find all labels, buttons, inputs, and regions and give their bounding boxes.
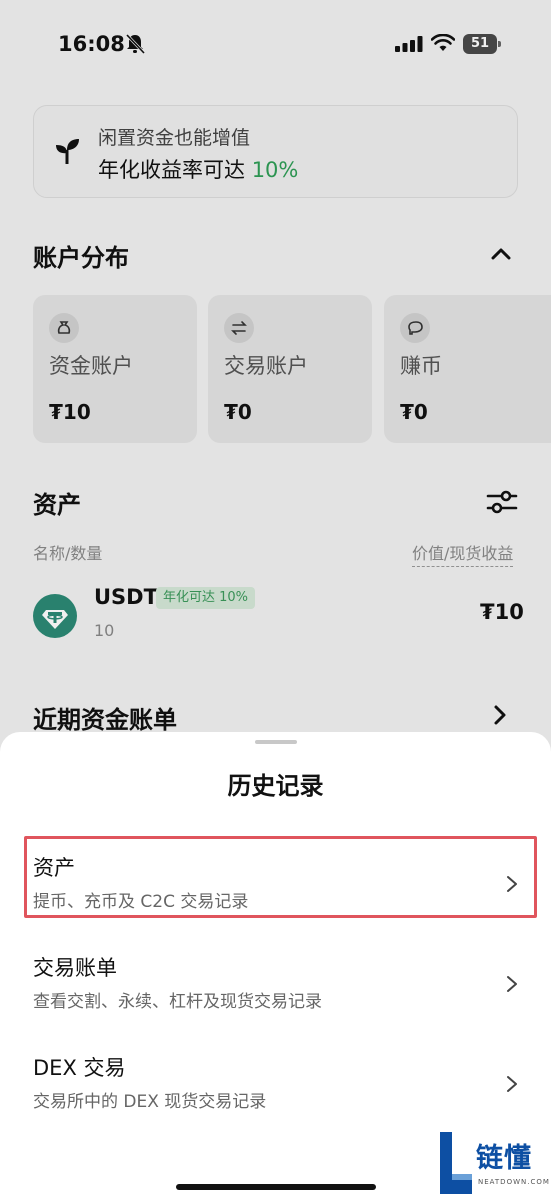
menu-item-dex-trades[interactable]: DEX 交易 交易所中的 DEX 现货交易记录: [0, 1042, 551, 1126]
menu-item-subtitle: 交易所中的 DEX 现货交易记录: [33, 1092, 267, 1112]
watermark-text: 链懂: [476, 1143, 532, 1174]
watermark-logo: 链懂 NEATDOWN.COM: [436, 1130, 550, 1196]
menu-item-trade-bills[interactable]: 交易账单 查看交割、永续、杠杆及现货交易记录: [0, 942, 551, 1026]
menu-item-subtitle: 查看交割、永续、杠杆及现货交易记录: [33, 992, 322, 1012]
chevron-right-icon: [507, 976, 517, 992]
home-indicator[interactable]: [176, 1184, 376, 1190]
watermark-subtext: NEATDOWN.COM: [478, 1178, 550, 1186]
sheet-grab-handle[interactable]: [255, 740, 297, 744]
highlight-annotation-box: [24, 836, 537, 918]
watermark-l-icon: [440, 1132, 472, 1194]
chevron-right-icon: [507, 1076, 517, 1092]
sheet-title: 历史记录: [227, 772, 324, 800]
menu-item-title: 交易账单: [33, 956, 117, 980]
menu-item-title: DEX 交易: [33, 1056, 126, 1080]
